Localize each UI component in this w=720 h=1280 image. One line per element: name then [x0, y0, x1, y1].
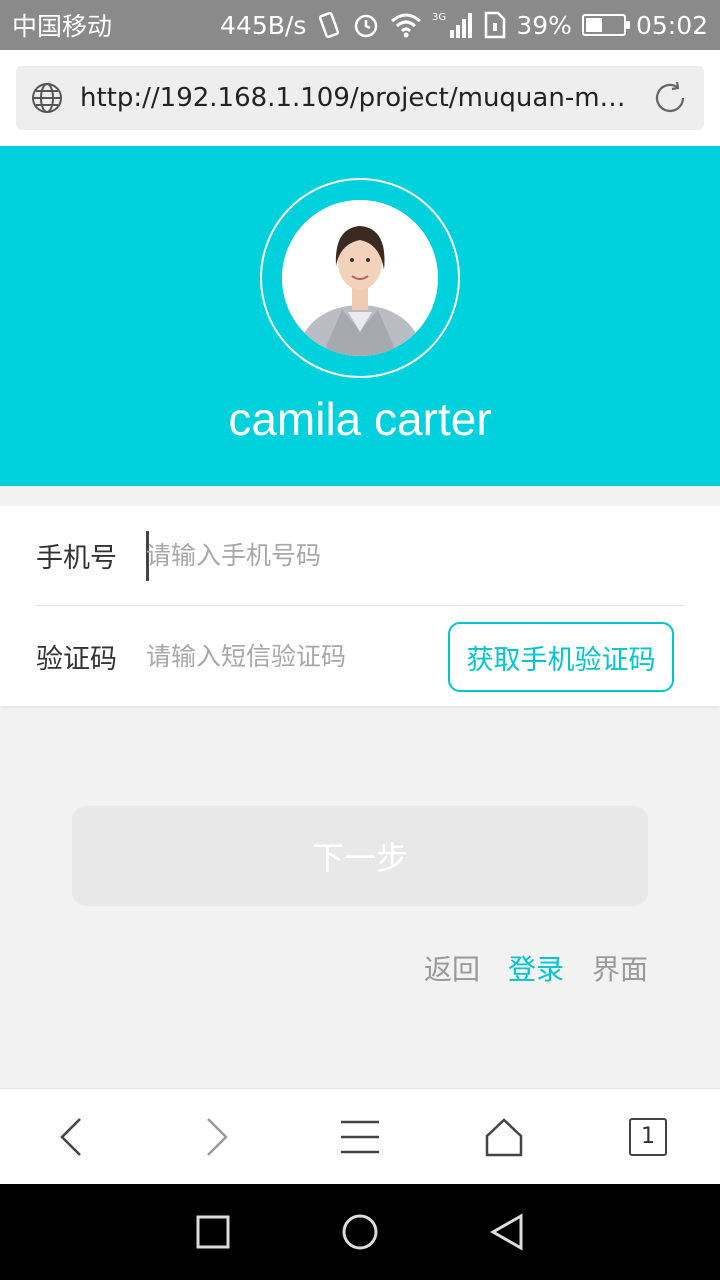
vibrate-icon — [316, 10, 342, 40]
network-speed: 445B/s — [220, 10, 307, 40]
chevron-left-icon — [60, 1117, 81, 1156]
home-button[interactable] — [432, 1089, 576, 1185]
phone-input[interactable] — [146, 530, 684, 581]
tabs-button[interactable]: 1 — [576, 1089, 720, 1185]
home-icon — [485, 1117, 523, 1156]
menu-icon — [341, 1120, 379, 1153]
chevron-right-icon — [207, 1117, 228, 1156]
browser-toolbar: 1 — [0, 1088, 720, 1184]
reload-icon[interactable] — [650, 78, 690, 118]
clock: 05:02 — [635, 10, 708, 40]
address-bar[interactable]: http://192.168.1.109/project/muquan-mo… — [16, 66, 704, 130]
code-label: 验证码 — [36, 643, 117, 675]
phone-row: 手机号 — [36, 506, 684, 606]
recents-icon[interactable] — [195, 1214, 231, 1250]
avatar — [282, 200, 438, 356]
back-triangle-icon[interactable] — [489, 1213, 525, 1251]
back-to-login-link[interactable]: 返回 登录 界面 — [424, 948, 648, 988]
wifi-icon — [390, 10, 422, 40]
system-nav-bar — [0, 1184, 720, 1280]
forward-button[interactable] — [144, 1089, 288, 1185]
tab-count: 1 — [629, 1117, 667, 1156]
menu-button[interactable] — [288, 1089, 432, 1185]
back-link-text-2[interactable]: 登录 — [508, 948, 564, 988]
carrier-label: 中国移动 — [12, 12, 113, 41]
get-code-button[interactable]: 获取手机验证码 — [448, 622, 674, 692]
back-link-text-3[interactable]: 界面 — [592, 948, 648, 988]
url-text[interactable]: http://192.168.1.109/project/muquan-mo… — [80, 83, 632, 113]
back-link-text-1[interactable]: 返回 — [424, 948, 480, 988]
battery-icon — [581, 14, 630, 36]
battery-percent: 39% — [516, 10, 572, 40]
profile-header: camila carter — [0, 146, 720, 486]
status-icons: 445B/s 3G 39% 05:02 — [220, 10, 708, 40]
home-circle-icon[interactable] — [341, 1213, 379, 1251]
avatar-ring — [260, 178, 460, 378]
browser-address-area: http://192.168.1.109/project/muquan-mo… — [0, 50, 720, 146]
alarm-icon — [352, 10, 380, 40]
status-bar: 中国移动 445B/s 3G 39% 05:02 — [0, 0, 720, 50]
next-step-button[interactable]: 下一步 — [72, 806, 648, 906]
globe-icon — [32, 83, 62, 113]
back-button[interactable] — [0, 1089, 144, 1185]
battery-level — [585, 18, 602, 32]
network-type: 3G — [432, 12, 446, 23]
code-input[interactable] — [146, 631, 463, 681]
signal-3g-icon: 3G — [432, 10, 473, 40]
sim-icon — [482, 10, 506, 40]
avatar-image — [282, 200, 438, 356]
phone-label: 手机号 — [36, 543, 117, 574]
login-form: 手机号 验证码 获取手机验证码 — [0, 506, 720, 706]
profile-name: camila carter — [228, 393, 492, 445]
